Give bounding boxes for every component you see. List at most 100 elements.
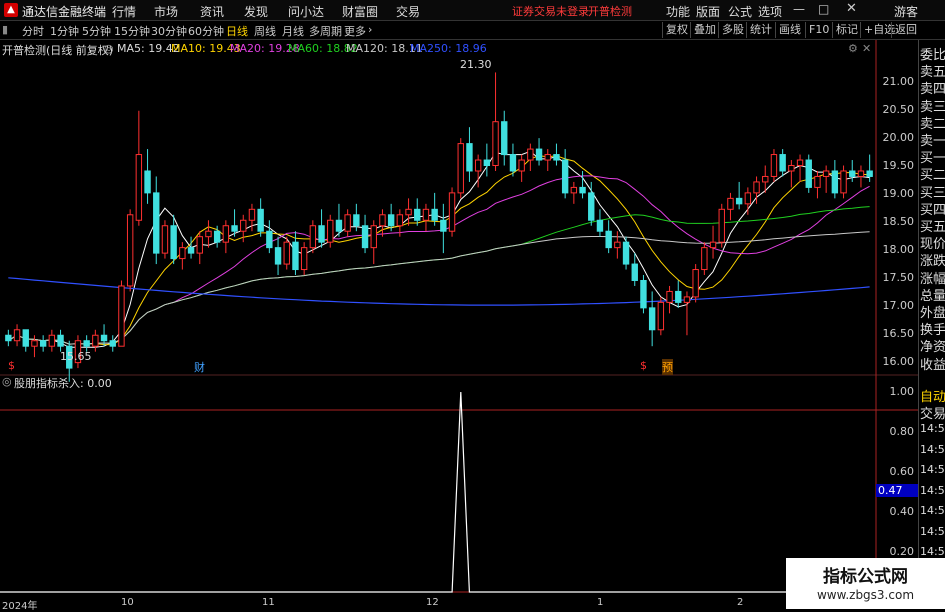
candle-body — [492, 121, 499, 167]
side-label-9[interactable]: 买四 — [920, 199, 945, 218]
menu-zixun[interactable]: 资讯 — [200, 3, 224, 20]
signal-line — [0, 391, 876, 593]
legend-toggle-icon[interactable]: ◎ — [104, 42, 114, 55]
candle-body — [379, 214, 386, 227]
candle-body — [22, 329, 29, 347]
s-marker-2[interactable]: $ — [640, 359, 647, 372]
tick-time-1: 14:56 — [920, 442, 945, 456]
user-label[interactable]: 游客 — [894, 3, 918, 20]
side-label-15[interactable]: 外盘 — [920, 302, 945, 321]
menu-banmian[interactable]: 版面 — [696, 3, 720, 20]
tf-60min[interactable]: 60分钟 — [188, 23, 224, 39]
tf-15min[interactable]: 15分钟 — [114, 23, 150, 39]
tf-multi[interactable]: 多周期 — [309, 23, 342, 39]
chevron-right-icon[interactable]: › — [368, 23, 372, 36]
tick-time-5: 14:56 — [920, 524, 945, 538]
candle-body — [648, 307, 656, 331]
side-label-18[interactable]: 收益 — [920, 354, 945, 373]
candle-body — [501, 121, 508, 156]
side-label-10[interactable]: 买五 — [920, 216, 945, 235]
candle-body — [266, 230, 273, 249]
candle-body — [788, 165, 795, 172]
btn-tongji[interactable]: 统计 — [746, 22, 775, 38]
tf-more[interactable]: 更多 — [344, 23, 366, 39]
candle-body — [857, 170, 865, 177]
tf-monthly[interactable]: 月线 — [282, 23, 304, 39]
quote-side-panel: 委比 卖五 卖四 卖三 卖二 卖一 买一 买二 买三 买四 买五 现价 涨跌 涨幅 总量 外盘 换手 净资 收益 自动… — [918, 40, 945, 609]
side-label-0[interactable]: 委比 — [920, 44, 945, 63]
candle-body — [153, 192, 160, 254]
btn-fuquan[interactable]: 复权 — [662, 22, 691, 38]
yu-marker[interactable]: 预 — [662, 359, 673, 375]
side-tab-trade[interactable]: 交易 — [920, 403, 945, 422]
btn-huaxian[interactable]: 画线 — [775, 22, 804, 38]
side-label-12[interactable]: 涨跌 — [920, 250, 945, 269]
candle-body — [561, 159, 569, 194]
candle-body — [762, 175, 769, 183]
tf-30min[interactable]: 30分钟 — [151, 23, 187, 39]
cai-marker[interactable]: 财 — [194, 359, 205, 375]
candle-body — [126, 214, 134, 287]
menu-shichang[interactable]: 市场 — [154, 3, 178, 20]
candle-body — [196, 236, 203, 254]
side-label-17[interactable]: 净资 — [920, 336, 945, 355]
ma250-line — [8, 277, 870, 306]
menu-gongshi[interactable]: 公式 — [728, 3, 752, 20]
side-label-5[interactable]: 卖一 — [920, 130, 945, 149]
side-label-16[interactable]: 换手 — [920, 319, 945, 338]
side-label-13[interactable]: 涨幅 — [920, 268, 945, 287]
candle-body — [579, 186, 586, 194]
price-label-7: 17.50 — [882, 270, 915, 284]
indicator-axis-label-3: 0.40 — [889, 505, 915, 518]
menu-faxian[interactable]: 发现 — [244, 3, 268, 20]
tf-fenshi[interactable]: 分时 — [22, 23, 44, 39]
side-label-11[interactable]: 现价 — [920, 233, 945, 252]
menu-gongneng[interactable]: 功能 — [666, 3, 690, 20]
tf-daily[interactable]: 日线 — [226, 23, 248, 39]
btn-duogu[interactable]: 多股 — [718, 22, 747, 38]
menu-caifuquan[interactable]: 财富圈 — [342, 3, 378, 20]
close-panel-icon[interactable]: ✕ — [862, 42, 871, 55]
btn-biaoji[interactable]: 标记 — [832, 22, 861, 38]
side-label-4[interactable]: 卖二 — [920, 113, 945, 132]
side-label-1[interactable]: 卖五 — [920, 61, 945, 80]
btn-f10[interactable]: F10 — [805, 22, 832, 38]
close-icon[interactable]: ✕ — [846, 1, 857, 16]
menu-hangqing[interactable]: 行情 — [112, 3, 136, 20]
expand-icon[interactable]: ▮ — [2, 23, 8, 36]
candle-body — [118, 285, 125, 347]
minimize-icon[interactable]: — — [793, 2, 805, 16]
indicator-current-value: 0.47 — [876, 484, 919, 497]
watermark: 指标公式网 www.zbgs3.com — [786, 558, 945, 609]
tf-weekly[interactable]: 周线 — [254, 23, 276, 39]
ma120-line — [8, 231, 870, 345]
side-label-8[interactable]: 买三 — [920, 182, 945, 201]
side-label-14[interactable]: 总量 — [920, 285, 945, 304]
maximize-icon[interactable]: □ — [818, 2, 829, 16]
side-label-2[interactable]: 卖四 — [920, 78, 945, 97]
indicator-icon[interactable]: ◎ — [2, 375, 12, 388]
menu-jiaoyi[interactable]: 交易 — [396, 3, 420, 20]
candle-body — [240, 219, 247, 232]
btn-fanhui[interactable]: 返回 — [891, 22, 920, 38]
tf-1min[interactable]: 1分钟 — [50, 23, 79, 39]
login-warning[interactable]: 证券交易未登录 — [512, 3, 589, 19]
price-label-5: 18.50 — [882, 214, 915, 228]
settings-icon[interactable]: ⚙ — [848, 42, 858, 55]
stock-name-alert[interactable]: 开普检测 — [588, 3, 632, 19]
side-label-7[interactable]: 买二 — [920, 164, 945, 183]
candle-body — [431, 208, 438, 221]
side-label-6[interactable]: 买一 — [920, 147, 945, 166]
candle-body — [631, 263, 638, 281]
indicator-axis-label-0: 1.00 — [889, 385, 915, 398]
btn-diejia[interactable]: 叠加 — [690, 22, 719, 38]
candle-body — [48, 334, 56, 347]
menu-xuanxiang[interactable]: 选项 — [758, 3, 782, 20]
candle-body — [675, 290, 682, 303]
menu-wenxiaoda[interactable]: 问小达 — [288, 3, 324, 20]
tf-5min[interactable]: 5分钟 — [82, 23, 111, 39]
chart-title: 开普检测(日线 前复权) — [2, 44, 114, 57]
kline-chart[interactable] — [0, 40, 918, 609]
side-label-3[interactable]: 卖三 — [920, 96, 945, 115]
s-marker-1[interactable]: $ — [8, 359, 15, 372]
